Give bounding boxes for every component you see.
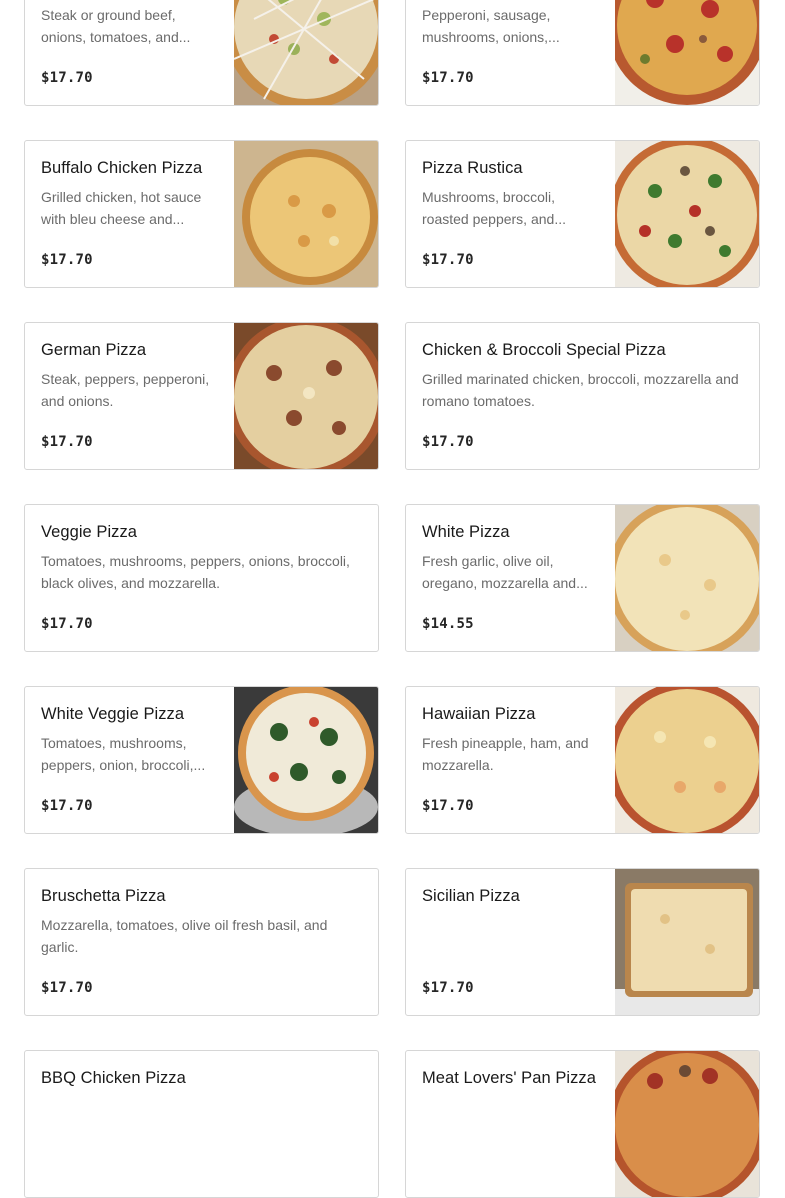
menu-item-price: $14.55: [422, 616, 474, 632]
pizza-photo-rustica: [615, 141, 759, 287]
menu-item-description: Tomatoes, mushrooms, peppers, onions, br…: [41, 553, 350, 591]
menu-item-price: $17.70: [41, 616, 93, 632]
menu-item-name: Meat Lovers' Pan Pizza: [422, 1069, 596, 1087]
pizza-photo-german: [234, 323, 378, 469]
menu-item-name: Sicilian Pizza: [422, 887, 520, 905]
menu-item-card[interactable]: White Pizza Fresh garlic, olive oil, ore…: [405, 504, 760, 652]
menu-item-description: Pepperoni, sausage, mushrooms, onions,..…: [422, 7, 560, 45]
menu-item-description: Mushrooms, broccoli, roasted peppers, an…: [422, 189, 566, 227]
pizza-photo-sicilian: [615, 869, 759, 1015]
menu-item-description: Fresh garlic, olive oil, oregano, mozzar…: [422, 553, 588, 591]
menu-item-price: $17.70: [422, 252, 474, 268]
menu-item-price: $17.70: [422, 980, 474, 996]
menu-item-card[interactable]: Pizza Rustica Mushrooms, broccoli, roast…: [405, 140, 760, 288]
menu-item-card[interactable]: Chicken & Broccoli Special Pizza Grilled…: [405, 322, 760, 470]
menu-item-price: $17.70: [41, 980, 93, 996]
menu-item-name: White Pizza: [422, 523, 510, 541]
pizza-photo-hawaiian: [615, 687, 759, 833]
menu-item-price: $17.70: [41, 798, 93, 814]
menu-item-name: White Veggie Pizza: [41, 705, 185, 723]
menu-item-price: $17.70: [422, 434, 474, 450]
menu-item-card[interactable]: Pepperoni, sausage, mushrooms, onions,..…: [405, 0, 760, 106]
menu-item-card[interactable]: White Veggie Pizza Tomatoes, mushrooms, …: [24, 686, 379, 834]
menu-item-card[interactable]: Sicilian Pizza $17.70: [405, 868, 760, 1016]
pizza-photo-pepperoni: [615, 0, 759, 105]
menu-item-name: Bruschetta Pizza: [41, 887, 166, 905]
menu-item-description: Tomatoes, mushrooms, peppers, onion, bro…: [41, 735, 206, 773]
menu-item-name: Pizza Rustica: [422, 159, 523, 177]
menu-item-name: Chicken & Broccoli Special Pizza: [422, 341, 666, 359]
menu-item-card[interactable]: Veggie Pizza Tomatoes, mushrooms, pepper…: [24, 504, 379, 652]
menu-item-card[interactable]: Buffalo Chicken Pizza Grilled chicken, h…: [24, 140, 379, 288]
menu-item-card[interactable]: BBQ Chicken Pizza: [24, 1050, 379, 1198]
menu-item-description: Steak or ground beef, onions, tomatoes, …: [41, 7, 191, 45]
menu-item-card[interactable]: Meat Lovers' Pan Pizza: [405, 1050, 760, 1198]
menu-item-description: Grilled marinated chicken, broccoli, moz…: [422, 371, 739, 409]
menu-item-name: Buffalo Chicken Pizza: [41, 159, 203, 177]
menu-item-card[interactable]: Hawaiian Pizza Fresh pineapple, ham, and…: [405, 686, 760, 834]
menu-item-description: Steak, peppers, pepperoni, and onions.: [41, 371, 210, 409]
menu-item-description: Fresh pineapple, ham, and mozzarella.: [422, 735, 589, 773]
pizza-photo-drizzle: [234, 0, 378, 105]
pizza-photo-meat-lovers: [615, 1051, 759, 1197]
menu-item-card[interactable]: Bruschetta Pizza Mozzarella, tomatoes, o…: [24, 868, 379, 1016]
menu-item-price: $17.70: [422, 798, 474, 814]
menu-item-card[interactable]: Steak or ground beef, onions, tomatoes, …: [24, 0, 379, 106]
pizza-photo-buffalo: [234, 141, 378, 287]
menu-item-card[interactable]: German Pizza Steak, peppers, pepperoni, …: [24, 322, 379, 470]
pizza-photo-white: [615, 505, 759, 651]
menu-item-price: $17.70: [41, 70, 93, 86]
menu-item-name: BBQ Chicken Pizza: [41, 1069, 186, 1087]
menu-item-description: Grilled chicken, hot sauce with bleu che…: [41, 189, 202, 227]
pizza-photo-white-veggie: [234, 687, 378, 833]
menu-item-price: $17.70: [41, 434, 93, 450]
menu-item-name: Veggie Pizza: [41, 523, 137, 541]
menu-item-description: Mozzarella, tomatoes, olive oil fresh ba…: [41, 917, 328, 955]
menu-item-name: German Pizza: [41, 341, 147, 359]
menu-item-price: $17.70: [422, 70, 474, 86]
menu-item-name: Hawaiian Pizza: [422, 705, 536, 723]
menu-item-price: $17.70: [41, 252, 93, 268]
